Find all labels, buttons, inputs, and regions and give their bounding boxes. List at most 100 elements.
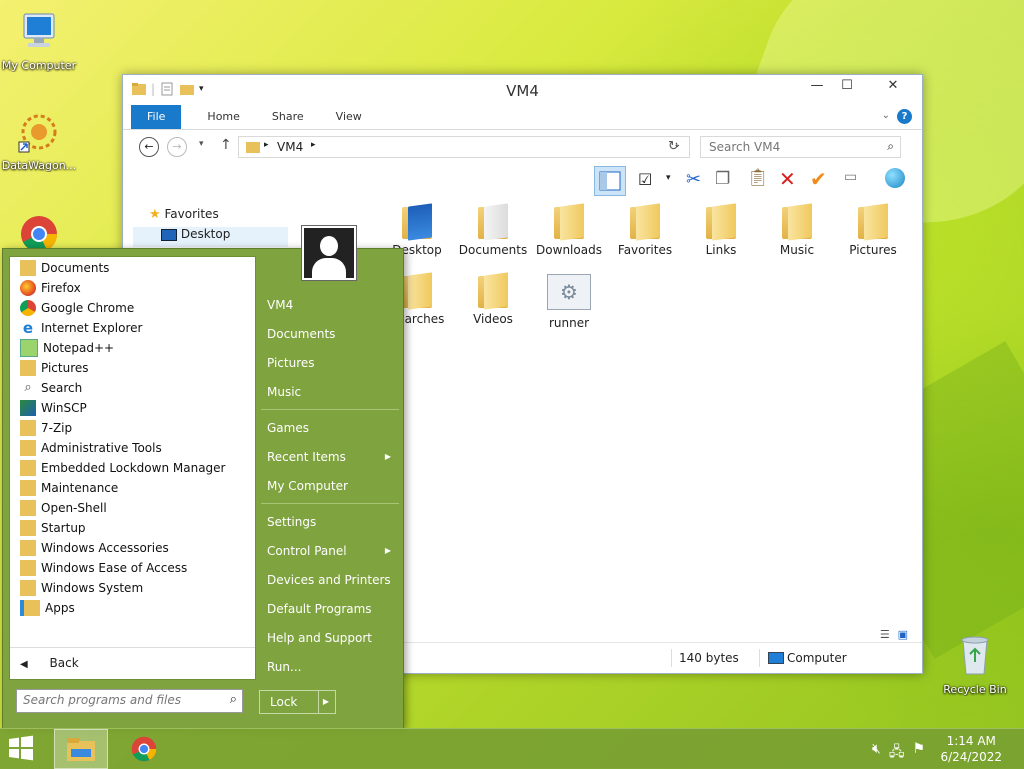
recent-locations-icon[interactable]: ▾ — [199, 139, 204, 149]
file-item-label: Links — [705, 243, 737, 257]
select-icon[interactable]: ☑ — [638, 170, 652, 189]
lock-options-button[interactable]: ▶ — [317, 690, 336, 714]
breadcrumb[interactable]: VM4 — [277, 140, 303, 154]
lock-button[interactable]: Lock — [259, 690, 319, 714]
program-item[interactable]: Pictures — [20, 358, 89, 378]
program-item[interactable]: 7-Zip — [20, 418, 72, 438]
action-center-flag-icon[interactable]: ⚑ — [912, 741, 925, 765]
program-item[interactable]: Google Chrome — [20, 298, 134, 318]
tab-file[interactable]: File — [131, 105, 182, 129]
taskbar-chrome-button[interactable] — [122, 731, 166, 767]
program-item[interactable]: Windows Ease of Access — [20, 558, 187, 578]
back-icon[interactable]: ← — [139, 137, 159, 157]
program-item[interactable]: Startup — [20, 518, 86, 538]
folder-icon — [246, 142, 260, 153]
globe-icon[interactable] — [885, 168, 905, 188]
clock[interactable]: 1:14 AM 6/24/2022 — [940, 733, 1002, 765]
desktop-icon-recycle-bin[interactable]: Recycle Bin — [936, 630, 1014, 696]
forward-icon[interactable]: → — [167, 137, 187, 157]
delete-icon[interactable]: ✕ — [779, 167, 796, 191]
start-item-help-support[interactable]: Help and Support — [267, 625, 395, 651]
start-item-recent-items[interactable]: Recent Items ▶ — [267, 444, 395, 470]
tab-view[interactable]: View — [320, 105, 378, 129]
program-item[interactable]: Documents — [20, 258, 109, 278]
minimize-button[interactable]: — — [802, 75, 832, 97]
program-item[interactable]: Firefox — [20, 278, 81, 298]
desktop-icon-datawagon[interactable]: DataWagon... — [0, 110, 78, 172]
start-item-devices-printers[interactable]: Devices and Printers — [267, 567, 395, 593]
folder-icon — [20, 520, 36, 536]
program-item[interactable]: Open-Shell — [20, 498, 107, 518]
videos-folder-icon — [476, 270, 510, 310]
address-bar[interactable]: ▸ VM4 ▸ ⌄ — [238, 136, 690, 158]
start-item-music[interactable]: Music — [267, 379, 395, 405]
large-icons-view-icon[interactable]: ▣ — [898, 628, 908, 641]
ribbon-expand-icon[interactable]: ⌄ — [882, 110, 890, 121]
desktop-icon-my-computer[interactable]: My Computer — [0, 10, 78, 72]
program-item[interactable]: Embedded Lockdown Manager — [20, 458, 225, 478]
program-item[interactable]: Notepad++ — [20, 338, 114, 358]
recycle-bin-icon — [936, 630, 1014, 681]
file-item-links[interactable]: Links — [683, 201, 759, 257]
start-item-my-computer[interactable]: My Computer — [267, 473, 395, 499]
start-item-games[interactable]: Games — [267, 415, 395, 441]
breadcrumb-separator-icon: ▸ — [264, 140, 269, 150]
start-search-box[interactable]: Search programs and files ⌕ — [16, 689, 243, 713]
sidebar-item-favorites[interactable]: ★ Favorites — [149, 207, 219, 222]
file-item-music[interactable]: Music — [759, 201, 835, 257]
help-icon[interactable]: ? — [897, 109, 912, 124]
program-item[interactable]: e Internet Explorer — [20, 318, 143, 338]
details-view-icon[interactable]: ☰ — [880, 628, 890, 641]
copy-icon[interactable]: ❐ — [715, 169, 730, 189]
clock-date: 6/24/2022 — [940, 750, 1002, 764]
user-avatar[interactable] — [301, 225, 357, 281]
network-icon[interactable]: 🖧 — [889, 741, 905, 765]
start-item-default-programs[interactable]: Default Programs — [267, 596, 395, 622]
program-item[interactable]: Apps — [20, 598, 75, 618]
program-item[interactable]: Administrative Tools — [20, 438, 162, 458]
maximize-button[interactable]: ☐ — [832, 75, 862, 97]
program-item[interactable]: Windows System — [20, 578, 143, 598]
program-item[interactable]: ⌕ Search — [20, 378, 82, 398]
start-button[interactable] — [6, 733, 40, 765]
refresh-icon[interactable]: ↻ — [668, 139, 679, 154]
search-icon[interactable]: ⌕ — [887, 139, 894, 154]
file-item-pictures[interactable]: Pictures — [835, 201, 911, 257]
tab-share[interactable]: Share — [256, 105, 320, 129]
start-item-documents[interactable]: Documents — [267, 321, 395, 347]
start-item-run[interactable]: Run... — [267, 654, 395, 680]
start-item-control-panel[interactable]: Control Panel ▶ — [267, 538, 395, 564]
paste-icon[interactable]: 📋︎ — [747, 168, 769, 188]
file-item-favorites[interactable]: Favorites — [607, 201, 683, 257]
program-label: Administrative Tools — [41, 441, 162, 455]
back-button[interactable]: ◀ Back — [20, 653, 79, 673]
cut-icon[interactable]: ✂ — [686, 169, 701, 190]
file-item-downloads[interactable]: Downloads — [531, 201, 607, 257]
program-label: Startup — [41, 521, 86, 535]
checkmark-icon[interactable]: ✔ — [810, 167, 827, 191]
up-icon[interactable]: ↑ — [220, 137, 232, 153]
file-item-runner[interactable]: ⚙ runner — [531, 270, 607, 330]
volume-muted-icon[interactable]: 🔇︎ — [872, 741, 881, 765]
start-item-vm4[interactable]: VM4 — [267, 292, 395, 318]
start-item-pictures[interactable]: Pictures — [267, 350, 395, 376]
close-button[interactable]: ✕ — [870, 75, 916, 97]
program-item[interactable]: WinSCP — [20, 398, 87, 418]
taskbar-explorer-button[interactable] — [54, 729, 108, 769]
datawagon-icon — [0, 110, 78, 157]
file-item-videos[interactable]: Videos — [455, 270, 531, 326]
rename-icon[interactable]: ▭ — [844, 169, 857, 185]
preview-pane-button[interactable] — [594, 166, 626, 196]
file-item-documents[interactable]: Documents — [455, 201, 531, 257]
search-icon[interactable]: ⌕ — [230, 692, 237, 707]
search-box[interactable]: Search VM4 ⌕ — [700, 136, 901, 158]
start-item-settings[interactable]: Settings — [267, 509, 395, 535]
sidebar-item-desktop[interactable]: Desktop — [133, 227, 288, 247]
program-item[interactable]: Windows Accessories — [20, 538, 169, 558]
title-bar[interactable]: | ▾ VM4 — ☐ ✕ — [123, 75, 922, 105]
tab-home[interactable]: Home — [181, 105, 255, 129]
program-item[interactable]: Maintenance — [20, 478, 118, 498]
select-dropdown-icon[interactable]: ▾ — [666, 173, 671, 183]
status-location: Computer — [787, 651, 847, 665]
program-label: Windows Ease of Access — [41, 561, 188, 575]
